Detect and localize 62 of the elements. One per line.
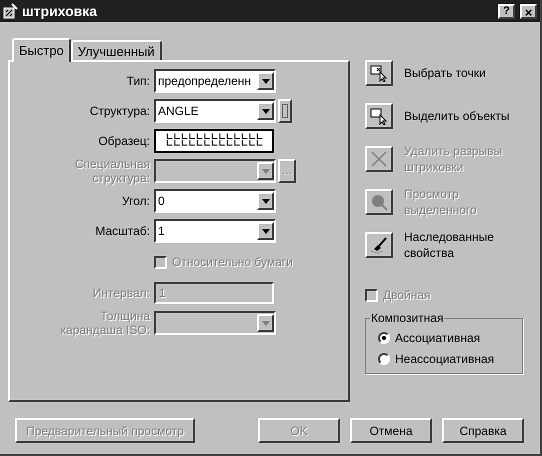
- dropdown-button[interactable]: [257, 102, 274, 120]
- dropdown-field[interactable]: 0: [154, 189, 276, 213]
- dialog-button[interactable]: Справка: [442, 418, 524, 443]
- brush-icon: [370, 236, 388, 254]
- tab[interactable]: Улучшенный: [70, 40, 162, 60]
- help-button[interactable]: ?: [498, 4, 515, 18]
- radio-label: Ассоциативная: [395, 330, 480, 347]
- action-label: Выделить объекты: [404, 108, 511, 124]
- field-label: Масштаб:: [95, 224, 150, 238]
- dropdown-field[interactable]: [154, 311, 276, 335]
- caret-icon: [262, 228, 270, 234]
- dropdown-button[interactable]: [257, 314, 274, 332]
- magnifier-icon: [370, 193, 388, 211]
- field-label: Толщина карандаша ISO:: [60, 309, 150, 337]
- window-title: штриховка: [22, 2, 98, 21]
- object-select-icon: [370, 107, 388, 125]
- checkbox-label: Двойная: [383, 287, 431, 304]
- action-label: Просмотр выделенного: [404, 186, 478, 218]
- action-button[interactable]: [365, 232, 393, 258]
- hatch-pattern-preview[interactable]: [154, 129, 274, 153]
- action-button[interactable]: [365, 103, 393, 129]
- field-value: предопределенн: [157, 73, 252, 90]
- tab[interactable]: Быстро: [12, 38, 71, 62]
- caret-icon: [262, 168, 270, 174]
- field-value: 1: [157, 223, 165, 240]
- caret-icon: [262, 108, 270, 114]
- field-label: Тип:: [126, 74, 150, 88]
- field-label: Образец:: [98, 134, 150, 148]
- field-label: Специальная структура:: [74, 157, 150, 185]
- dropdown-button[interactable]: [257, 162, 274, 180]
- dialog-button[interactable]: Отмена: [350, 418, 432, 443]
- field-label: Структура:: [90, 104, 150, 118]
- field-label: Угол:: [122, 194, 150, 208]
- radio-label: Неассоциативная: [395, 351, 494, 368]
- caret-icon: [262, 198, 270, 204]
- field-label: Интервал:: [92, 286, 150, 300]
- dropdown-button[interactable]: [257, 192, 274, 210]
- caret-icon: [262, 78, 270, 84]
- point-pick-icon: [370, 64, 388, 82]
- dropdown-field[interactable]: [154, 159, 276, 183]
- dropdown-button[interactable]: [257, 222, 274, 240]
- group-title: Композитная: [370, 311, 444, 325]
- dropdown-button[interactable]: [257, 72, 274, 90]
- close-button[interactable]: ×: [520, 4, 537, 18]
- field-value: 1: [158, 285, 166, 302]
- field-value: ANGLE: [157, 103, 199, 120]
- checkbox-label: Относительно бумаги: [172, 254, 293, 271]
- dropdown-field[interactable]: 1: [154, 219, 276, 243]
- radio-button[interactable]: [378, 332, 390, 344]
- caret-icon: [262, 320, 270, 326]
- pattern-button[interactable]: [278, 99, 292, 123]
- pattern-icon: [282, 104, 288, 118]
- dropdown-field[interactable]: предопределенн: [154, 69, 276, 93]
- dropdown-field[interactable]: ANGLE: [154, 99, 276, 123]
- hatch-app-icon: [3, 3, 19, 19]
- action-label: Наследованные свойства: [404, 229, 495, 261]
- radio-button[interactable]: [378, 353, 390, 365]
- action-label: Удалить разрывы штриховки: [404, 143, 504, 175]
- action-label: Выбрать точки: [404, 65, 487, 81]
- action-button[interactable]: [365, 60, 393, 86]
- field-value: 0: [157, 193, 165, 210]
- cross-icon: [370, 150, 388, 168]
